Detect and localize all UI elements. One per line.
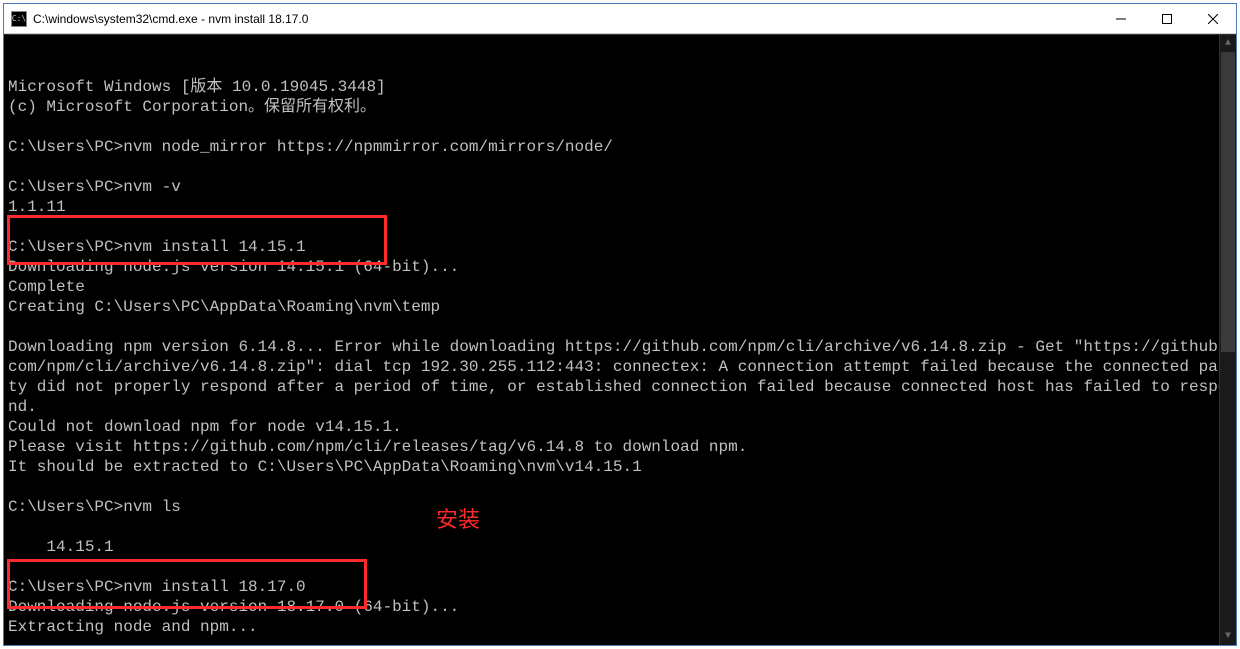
terminal-line: Downloading node.js version 14.15.1 (64-… (8, 257, 1232, 277)
close-button[interactable] (1190, 4, 1236, 33)
app-window: C:\ C:\windows\system32\cmd.exe - nvm in… (3, 3, 1237, 646)
terminal-line: (c) Microsoft Corporation。保留所有权利。 (8, 97, 1232, 117)
terminal-line: It should be extracted to C:\Users\PC\Ap… (8, 457, 1232, 477)
terminal-line: Downloading npm version 6.14.8... Error … (8, 337, 1232, 417)
terminal-line: C:\Users\PC>nvm node_mirror https://npmm… (8, 137, 1232, 157)
minimize-button[interactable] (1098, 4, 1144, 33)
close-icon (1208, 14, 1218, 24)
terminal-line: C:\Users\PC>nvm install 14.15.1 (8, 237, 1232, 257)
terminal-line (8, 517, 1232, 537)
scroll-up-icon[interactable]: ▲ (1220, 35, 1236, 52)
terminal-line: Extracting node and npm... (8, 617, 1232, 637)
terminal-line: Creating C:\Users\PC\AppData\Roaming\nvm… (8, 297, 1232, 317)
terminal-content: Microsoft Windows [版本 10.0.19045.3448](c… (8, 77, 1232, 637)
terminal-line: 14.15.1 (8, 537, 1232, 557)
terminal-line: Could not download npm for node v14.15.1… (8, 417, 1232, 437)
window-title: C:\windows\system32\cmd.exe - nvm instal… (33, 12, 1098, 26)
terminal-line (8, 317, 1232, 337)
window-controls (1098, 4, 1236, 33)
terminal-line: C:\Users\PC>nvm install 18.17.0 (8, 577, 1232, 597)
terminal-line (8, 477, 1232, 497)
maximize-button[interactable] (1144, 4, 1190, 33)
terminal-line: Microsoft Windows [版本 10.0.19045.3448] (8, 77, 1232, 97)
terminal-line: Please visit https://github.com/npm/cli/… (8, 437, 1232, 457)
titlebar[interactable]: C:\ C:\windows\system32\cmd.exe - nvm in… (4, 4, 1236, 34)
terminal-line: 1.1.11 (8, 197, 1232, 217)
terminal-line (8, 157, 1232, 177)
terminal-line: C:\Users\PC>nvm -v (8, 177, 1232, 197)
terminal-line (8, 117, 1232, 137)
terminal-line (8, 217, 1232, 237)
terminal-line: Complete (8, 277, 1232, 297)
terminal-area[interactable]: Microsoft Windows [版本 10.0.19045.3448](c… (4, 34, 1236, 645)
maximize-icon (1162, 14, 1172, 24)
scroll-down-icon[interactable]: ▼ (1220, 628, 1236, 645)
terminal-line: C:\Users\PC>nvm ls (8, 497, 1232, 517)
vertical-scrollbar[interactable]: ▲ ▼ (1219, 35, 1236, 645)
cmd-icon: C:\ (11, 11, 27, 27)
terminal-line (8, 557, 1232, 577)
minimize-icon (1116, 14, 1126, 24)
scroll-thumb[interactable] (1221, 52, 1235, 352)
terminal-line: Downloading node.js version 18.17.0 (64-… (8, 597, 1232, 617)
